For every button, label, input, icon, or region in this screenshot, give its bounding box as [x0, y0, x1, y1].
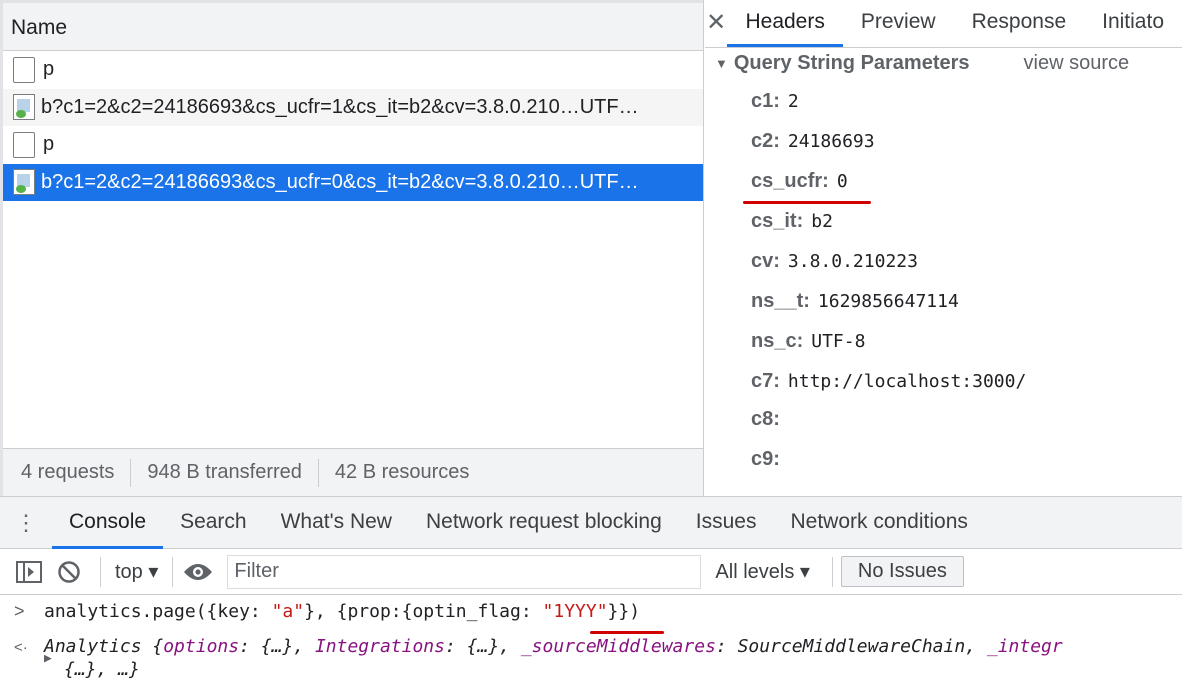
- drawer-tab-bar: ⋮ Console Search What's New Network requ…: [0, 497, 1182, 549]
- network-request-list: Name p b?c1=2&c2=24186693&cs_ucfr=1&cs_i…: [0, 0, 704, 496]
- param-key: c8:: [751, 408, 780, 430]
- tab-initiator[interactable]: Initiato: [1084, 10, 1182, 47]
- code-text: }}): [607, 601, 641, 622]
- console-toolbar: top ▾ All levels ▾ No Issues: [0, 549, 1182, 595]
- code-text: }, {prop:{optin_flag:: [304, 601, 543, 622]
- resources-size: 42 B resources: [334, 461, 470, 483]
- param-value: 3.8.0.210223: [787, 251, 918, 272]
- param-value: 2: [787, 91, 799, 112]
- document-icon: [13, 131, 35, 158]
- red-underline-annotation: [743, 201, 871, 204]
- output-prompt-icon: <·: [14, 639, 28, 656]
- param-key: c1:: [751, 90, 780, 112]
- query-param: cs_ucfr: 0: [751, 170, 848, 193]
- object-preview: Analytics {options: {…}, Integrations: {…: [44, 636, 1063, 657]
- red-underline-annotation: [590, 631, 664, 634]
- string-literal: "a": [271, 601, 305, 622]
- request-row[interactable]: b?c1=2&c2=24186693&cs_ucfr=1&cs_it=b2&cv…: [3, 88, 703, 126]
- tab-response[interactable]: Response: [954, 10, 1085, 47]
- no-issues-button[interactable]: No Issues: [840, 556, 964, 587]
- query-param: ns_c: UTF-8: [751, 330, 865, 353]
- console-input-line: > analytics.page({key: "a"}, {prop:{optin…: [0, 601, 1182, 622]
- param-value: UTF-8: [811, 331, 866, 352]
- kebab-menu-icon[interactable]: ⋮: [0, 511, 52, 534]
- request-details-panel: ✕ Headers Preview Response Initiato ▼ Qu…: [705, 0, 1182, 496]
- query-param: cv: 3.8.0.210223: [751, 250, 918, 273]
- param-key: cs_it:: [751, 210, 804, 232]
- tab-whats-new[interactable]: What's New: [264, 496, 409, 549]
- request-name: p: [43, 133, 55, 156]
- view-source-link[interactable]: view source: [1024, 52, 1130, 75]
- transferred-size: 948 B transferred: [147, 461, 302, 483]
- tab-network-conditions[interactable]: Network conditions: [773, 496, 984, 549]
- param-value: 1629856647114: [817, 291, 959, 312]
- request-name: b?c1=2&c2=24186693&cs_ucfr=0&cs_it=b2&cv…: [41, 170, 639, 193]
- tab-headers[interactable]: Headers: [727, 10, 843, 47]
- param-key: c9:: [751, 448, 780, 470]
- image-icon: [13, 94, 35, 121]
- tab-search[interactable]: Search: [163, 496, 264, 549]
- image-icon: [13, 169, 35, 196]
- divider: [172, 556, 174, 587]
- code-text: analytics.page({key:: [44, 601, 272, 622]
- context-selector[interactable]: top ▾: [109, 559, 164, 584]
- tab-issues[interactable]: Issues: [679, 496, 774, 549]
- sidebar-toggle-icon[interactable]: [12, 556, 46, 588]
- divider: [100, 556, 101, 587]
- query-param: c9:: [751, 448, 788, 471]
- query-param: ns__t: 1629856647114: [751, 290, 959, 313]
- query-param: c8:: [751, 408, 788, 431]
- param-key: cs_ucfr:: [751, 170, 829, 192]
- query-param: c7: http://localhost:3000/: [751, 370, 1026, 393]
- divider: [130, 458, 132, 487]
- document-icon: [13, 56, 35, 83]
- console-drawer: ⋮ Console Search What's New Network requ…: [0, 496, 1182, 680]
- request-row-selected[interactable]: b?c1=2&c2=24186693&cs_ucfr=0&cs_it=b2&cv…: [3, 163, 703, 201]
- input-prompt-icon: >: [14, 601, 25, 621]
- query-param: cs_it: b2: [751, 210, 833, 233]
- eye-icon[interactable]: [181, 556, 215, 588]
- divider: [317, 458, 319, 487]
- console-output-line[interactable]: <· Analytics {options: {…}, Integrations:…: [0, 636, 1182, 657]
- close-icon[interactable]: ✕: [705, 8, 727, 47]
- request-row[interactable]: p: [3, 51, 703, 89]
- request-name: b?c1=2&c2=24186693&cs_ucfr=1&cs_it=b2&cv…: [41, 95, 639, 118]
- query-param: c1: 2: [751, 90, 799, 113]
- request-name: p: [43, 58, 55, 81]
- request-row[interactable]: p: [3, 126, 703, 164]
- string-literal: "1YYY": [542, 601, 608, 622]
- param-value: b2: [811, 211, 833, 232]
- tab-preview[interactable]: Preview: [843, 10, 954, 47]
- param-key: c7:: [751, 370, 780, 392]
- param-value: http://localhost:3000/: [787, 371, 1027, 392]
- expand-triangle-icon[interactable]: ▶: [44, 651, 64, 666]
- name-column-header[interactable]: Name: [3, 0, 703, 51]
- network-status-bar: 4 requests 948 B transferred 42 B resour…: [3, 448, 703, 496]
- object-preview-continued: {…}, …}: [64, 659, 140, 680]
- divider: [831, 556, 833, 587]
- param-key: c2:: [751, 130, 780, 152]
- clear-console-icon[interactable]: [52, 556, 86, 588]
- request-count: 4 requests: [21, 461, 115, 483]
- collapse-triangle-icon[interactable]: ▼: [715, 56, 728, 71]
- query-param: c2: 24186693: [751, 130, 875, 153]
- filter-input[interactable]: [227, 554, 702, 589]
- param-value: 24186693: [787, 131, 875, 152]
- section-title: Query String Parameters: [733, 51, 970, 74]
- query-string-section-header[interactable]: ▼ Query String Parameters view source: [705, 48, 1182, 78]
- param-value: 0: [836, 171, 848, 192]
- param-key: cv:: [751, 250, 780, 272]
- details-tab-bar: ✕ Headers Preview Response Initiato: [705, 0, 1182, 48]
- param-key: ns_c:: [751, 330, 804, 352]
- tab-network-request-blocking[interactable]: Network request blocking: [409, 496, 679, 549]
- log-levels-dropdown[interactable]: All levels ▾: [701, 559, 824, 584]
- tab-console[interactable]: Console: [52, 496, 164, 549]
- param-key: ns__t:: [751, 290, 810, 312]
